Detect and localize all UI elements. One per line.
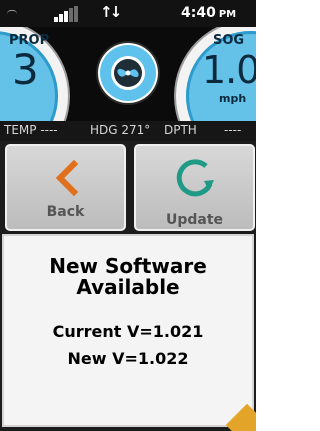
heading-readout: HDG 271° <box>90 123 151 137</box>
device-screen: ↑↓ 4:40 PM PROP 3 SOG 1.0 mph TEMP ---- H… <box>0 0 256 431</box>
message-title-line2: Available <box>76 275 180 299</box>
signal-bar <box>69 8 73 22</box>
new-version: New V=1.022 <box>67 349 189 368</box>
propeller-icon <box>111 56 145 90</box>
clock-time: 4:40 <box>181 5 216 21</box>
sog-label: SOG <box>213 33 245 48</box>
clock: 4:40 PM <box>181 5 236 21</box>
propeller-button[interactable] <box>100 45 156 101</box>
signal-bar <box>54 17 58 22</box>
signal-strength-icon <box>54 6 80 22</box>
depth-label: DPTH <box>164 123 197 137</box>
info-strip: TEMP ---- HDG 271° DPTH ---- <box>0 121 256 141</box>
status-bar: ↑↓ 4:40 PM <box>0 0 256 27</box>
signal-bar <box>74 6 78 22</box>
signal-bar <box>59 14 63 22</box>
update-button-label: Update <box>165 212 224 228</box>
signal-bar <box>64 11 68 22</box>
current-version: Current V=1.021 <box>52 322 204 341</box>
sog-unit: mph <box>219 92 247 105</box>
data-transfer-arrows-icon: ↑↓ <box>100 3 122 21</box>
update-button[interactable]: Update <box>134 144 255 231</box>
back-button[interactable]: Back <box>5 144 126 231</box>
back-button-label: Back <box>46 204 85 220</box>
message-title: New Software Available <box>4 256 252 298</box>
temp-readout: TEMP ---- <box>4 123 58 137</box>
sog-value: 1.0 <box>202 48 256 92</box>
depth-value: ---- <box>224 123 242 137</box>
clock-ampm: PM <box>218 9 237 20</box>
gps-arc-icon <box>7 10 17 16</box>
chevron-left-icon <box>55 160 79 196</box>
message-panel: New Software Available Current V=1.021 N… <box>2 234 254 427</box>
gauge-panel: PROP 3 SOG 1.0 mph <box>0 27 256 121</box>
prop-value: 3 <box>12 45 39 94</box>
refresh-arrow-icon <box>176 159 214 197</box>
